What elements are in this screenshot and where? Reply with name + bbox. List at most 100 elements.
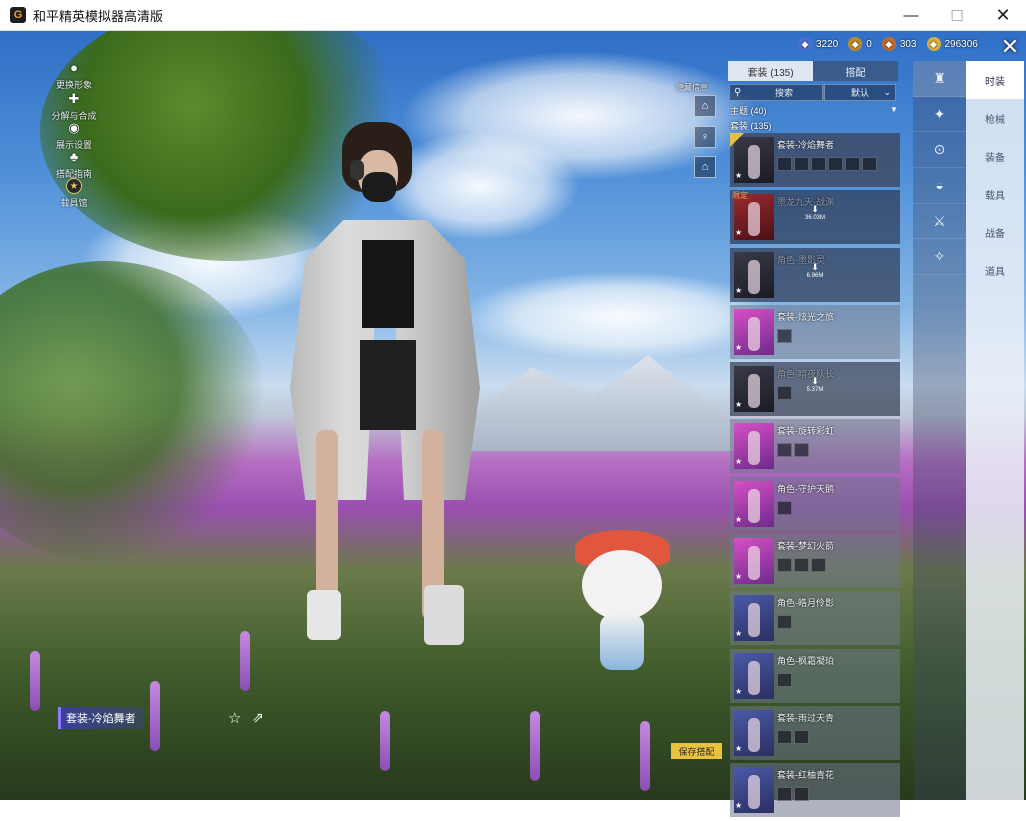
maximize-button[interactable]: ☐: [934, 0, 980, 31]
panel-tabs: 套装 (135) 搭配: [728, 61, 898, 81]
star-icon: ★: [735, 400, 743, 410]
outfit-part-icon[interactable]: [794, 787, 809, 802]
character-shorts: [360, 340, 416, 430]
outfit-part-icon[interactable]: [862, 157, 877, 171]
outfit-parts: [777, 558, 826, 573]
outfit-row[interactable]: 角色-枫霜凝珀 ★: [730, 648, 900, 703]
outfit-row[interactable]: 套装-雨过天青 ★: [730, 705, 900, 760]
outfit-part-icon[interactable]: [777, 443, 792, 458]
tab-suit[interactable]: 套装 (135): [728, 61, 813, 81]
outfit-row[interactable]: 角色-守护天鹅 ★: [730, 476, 900, 531]
favorite-star-icon[interactable]: ☆: [228, 709, 241, 727]
outfit-row[interactable]: 套装-红柚青花 ★: [730, 763, 900, 818]
search-input[interactable]: ⚲ 搜索: [729, 84, 823, 101]
gold-icon: ◆: [926, 37, 941, 51]
flower: [640, 721, 650, 791]
outfit-parts: [777, 729, 809, 744]
download-icon: ⬇: [811, 204, 819, 215]
download-size: 5.37M: [806, 387, 824, 394]
outfit-row[interactable]: 套装-炫光之旅 ★: [730, 304, 900, 359]
menu-vehicle-hall[interactable]: ★ 载具馆: [48, 178, 100, 209]
minimize-button[interactable]: —: [888, 0, 934, 31]
outfit-row[interactable]: 角色-墨影灵 ★ ⬇ 6.96M: [730, 247, 900, 302]
save-outfit-button[interactable]: 保存搭配: [671, 743, 722, 759]
outfit-part-icon[interactable]: [845, 157, 860, 171]
outfit-part-icon[interactable]: [777, 386, 792, 401]
close-panel-button[interactable]: ✕: [996, 34, 1024, 60]
flower: [240, 631, 250, 691]
outfit-part-icon[interactable]: [777, 157, 792, 171]
menu-match-guide[interactable]: ♣ 搭配指南: [48, 149, 100, 180]
theme-count-label[interactable]: 主题 (40): [730, 104, 767, 117]
token-icon: ◆: [848, 37, 863, 51]
rifle-icon[interactable]: ⚔: [913, 204, 966, 240]
gun-icon[interactable]: ✦: [913, 97, 966, 133]
star-icon: ★: [735, 285, 743, 295]
outfit-part-icon[interactable]: [811, 558, 826, 573]
pet-body: [600, 614, 644, 670]
hanger-icon[interactable]: ⌂: [694, 156, 716, 178]
category-tab[interactable]: 道具: [966, 251, 1024, 289]
category-tab[interactable]: 载具: [966, 175, 1024, 213]
menu-decompose-synthesize[interactable]: ✚ 分解与合成: [48, 91, 100, 122]
outfit-name: 套装-旋转彩虹: [777, 426, 834, 437]
outfit-parts: [777, 615, 792, 630]
outfit-part-icon[interactable]: [777, 558, 792, 573]
flower: [30, 651, 40, 711]
star-icon: ★: [735, 572, 743, 582]
outfit-name: 角色-守护天鹅: [777, 483, 834, 494]
pose-icon[interactable]: ♀: [694, 126, 716, 148]
outfit-row[interactable]: 角色-皓月伶影 ★: [730, 591, 900, 646]
category-tab[interactable]: 装备: [966, 137, 1024, 175]
outfit-part-icon[interactable]: [777, 615, 792, 630]
tab-match[interactable]: 搭配: [813, 61, 898, 81]
star-icon: ★: [735, 743, 743, 753]
hide-info-label[interactable]: 隐藏信息: [676, 82, 708, 93]
currency-value: 3220: [816, 38, 839, 50]
category-tab[interactable]: 时装: [966, 61, 1024, 99]
outfit-part-icon[interactable]: [794, 443, 809, 458]
menu-label: 载具馆: [60, 198, 88, 208]
flower: [530, 711, 540, 781]
outfit-name: 套装-红柚青花: [777, 770, 834, 781]
current-outfit-name: 套装-冷焰舞者: [58, 707, 144, 729]
outfit-part-icon[interactable]: [794, 729, 809, 744]
outfit-row[interactable]: 角色-暗夜队长 ★ ⬇ 5.37M: [730, 362, 900, 417]
category-tab[interactable]: 战备: [966, 213, 1024, 251]
download-button[interactable]: ⬇ 36.03M: [800, 204, 830, 221]
download-button[interactable]: ⬇ 6.96M: [800, 262, 830, 279]
outfit-part-icon[interactable]: [777, 729, 792, 744]
menu-change-appearance[interactable]: ● 更换形象: [48, 60, 100, 91]
outfit-part-icon[interactable]: [777, 328, 792, 343]
caret-down-icon[interactable]: ▼: [890, 105, 898, 114]
category-tab[interactable]: 枪械: [966, 99, 1024, 137]
pet-head: [582, 550, 662, 620]
pistol-icon[interactable]: ✧: [913, 239, 966, 276]
outfit-part-icon[interactable]: [794, 157, 809, 171]
suit-count-label: 套装 (135): [730, 121, 772, 131]
outfit-icon[interactable]: ♜: [913, 61, 966, 97]
menu-display-settings[interactable]: ◉ 展示设置: [48, 120, 100, 151]
outfit-part-icon[interactable]: [794, 558, 809, 573]
outfit-name: 套装-梦幻火箭: [777, 541, 834, 552]
outfit-row[interactable]: 套装-旋转彩虹 ★: [730, 419, 900, 474]
outfit-part-icon[interactable]: [828, 157, 843, 171]
outfit-part-icon[interactable]: [777, 787, 792, 802]
download-icon: ⬇: [811, 261, 819, 272]
wardrobe-icon[interactable]: ⌂: [694, 95, 716, 117]
outfit-parts: [777, 672, 792, 687]
helmet-icon[interactable]: ◒: [913, 168, 966, 204]
outfit-part-icon[interactable]: [777, 672, 792, 687]
outfit-part-icon[interactable]: [811, 157, 826, 171]
close-window-button[interactable]: ✕: [980, 0, 1026, 31]
outfit-row[interactable]: 墨龙九天·战渊 ★ 限定 ⬇ 36.03M: [730, 190, 900, 245]
goggles-icon[interactable]: ⊙: [913, 132, 966, 169]
outfit-row[interactable]: 套装-梦幻火箭 ★: [730, 534, 900, 589]
chevron-down-icon: ⌄: [883, 87, 891, 97]
outfit-part-icon[interactable]: [777, 500, 792, 515]
share-icon[interactable]: ⇗: [252, 709, 264, 726]
outfit-row[interactable]: 套装-冷焰舞者 ★: [730, 133, 900, 187]
sort-dropdown[interactable]: 默认 ⌄: [824, 84, 896, 101]
download-button[interactable]: ⬇ 5.37M: [800, 376, 830, 393]
outfit-parts: [777, 328, 792, 343]
